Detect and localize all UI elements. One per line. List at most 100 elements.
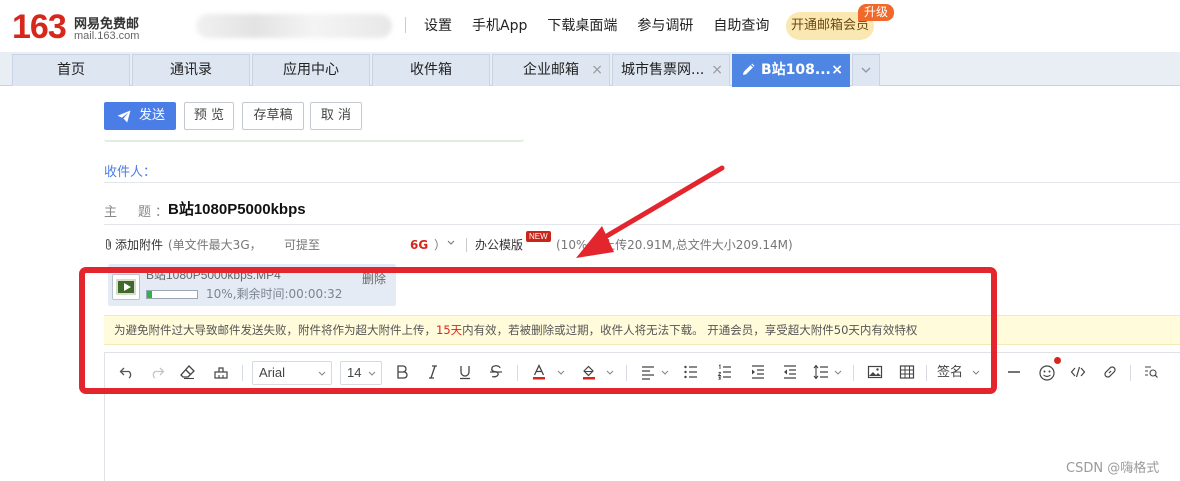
signature-button[interactable]: 签名 xyxy=(937,364,963,382)
font-family-value: Arial xyxy=(259,365,286,380)
find-replace-button[interactable] xyxy=(1140,362,1162,384)
insert-image-button[interactable] xyxy=(864,362,886,384)
notice-text-before: 为避免附件过大导致邮件发送失败，附件将作为超大附件上传， xyxy=(114,323,436,337)
tab-app-center[interactable]: 应用中心 xyxy=(252,54,370,86)
upload-progress-text: (10%,已上传20.91M,总文件大小209.14M) xyxy=(556,238,793,252)
chevron-down-icon[interactable] xyxy=(557,370,565,375)
toolbar-separator xyxy=(1130,365,1131,381)
font-size-value: 14 xyxy=(347,365,362,380)
image-icon xyxy=(867,365,883,379)
account-name-blurred xyxy=(196,14,392,38)
redo-button[interactable] xyxy=(146,362,168,384)
tab-contacts[interactable]: 通讯录 xyxy=(132,54,250,86)
numbered-list-icon xyxy=(717,364,731,380)
bold-button[interactable] xyxy=(391,362,413,384)
upload-progress-fill xyxy=(147,291,152,298)
nav-survey[interactable]: 参与调研 xyxy=(637,16,693,36)
recipient-label[interactable]: 收件人： xyxy=(104,161,156,180)
emoji-button[interactable] xyxy=(1036,362,1058,384)
undo-button[interactable] xyxy=(116,362,138,384)
video-file-icon xyxy=(112,274,140,300)
toolbar-separator xyxy=(626,365,627,381)
font-size-select[interactable]: 14 xyxy=(340,361,382,385)
tab-enterprise-mail[interactable]: 企业邮箱 × xyxy=(492,54,610,86)
close-icon[interactable]: × xyxy=(711,55,723,85)
horizontal-line-icon xyxy=(1008,371,1020,373)
close-icon[interactable]: × xyxy=(831,55,843,85)
underline-button[interactable] xyxy=(454,362,476,384)
toolbar-separator xyxy=(853,365,854,381)
more-tabs-button[interactable] xyxy=(852,54,880,86)
pencil-icon xyxy=(743,63,755,75)
italic-button[interactable] xyxy=(422,362,444,384)
code-button[interactable] xyxy=(1067,362,1089,384)
tab-label: 应用中心 xyxy=(283,62,339,78)
add-attachment-link[interactable]: 添加附件 xyxy=(115,236,163,254)
close-icon[interactable]: × xyxy=(591,55,603,85)
save-draft-button[interactable]: 存草稿 xyxy=(242,102,304,130)
format-painter-icon xyxy=(214,367,228,379)
notice-text-after: 内有效，若被删除或过期，收件人将无法下载。 开通会员，享受超大附件50天内有效特… xyxy=(462,323,918,337)
nav-download-desktop[interactable]: 下载桌面端 xyxy=(547,16,617,36)
redo-icon xyxy=(152,367,165,379)
tab-inbox[interactable]: 收件箱 xyxy=(372,54,490,86)
align-button[interactable] xyxy=(637,362,659,384)
font-family-select[interactable]: Arial xyxy=(252,361,332,385)
top-nav: 设置 手机App 下载桌面端 参与调研 自助查询 xyxy=(424,16,769,36)
numbered-list-button[interactable] xyxy=(714,362,736,384)
bulleted-list-button[interactable] xyxy=(680,362,702,384)
insert-link-button[interactable] xyxy=(1099,362,1121,384)
nav-settings[interactable]: 设置 xyxy=(424,16,452,36)
header-divider xyxy=(405,17,406,33)
editor-toolbar: Arial 14 签名 xyxy=(104,357,1180,386)
font-color-button[interactable] xyxy=(528,362,550,384)
line-height-button[interactable] xyxy=(810,362,832,384)
bulleted-list-icon xyxy=(684,365,697,379)
toolbar-separator xyxy=(926,365,927,381)
attachment-upgrade-text: 可提至 xyxy=(284,238,321,252)
upgrade-size-link[interactable]: 6G xyxy=(410,236,428,254)
tab-label: 通讯录 xyxy=(170,62,212,78)
office-template-link[interactable]: 办公模版 xyxy=(475,236,523,254)
tabs-bar: 首页 通讯录 应用中心 收件箱 企业邮箱 × 城市售票网... × B站108.… xyxy=(0,52,1180,87)
tab-city-ticket[interactable]: 城市售票网... × xyxy=(612,54,730,86)
preview-button[interactable]: 预 览 xyxy=(184,102,234,130)
insert-table-button[interactable] xyxy=(896,362,918,384)
upgrade-badge[interactable]: 升级 xyxy=(858,4,895,21)
recipient-input[interactable] xyxy=(104,182,1180,183)
nav-self-service[interactable]: 自助查询 xyxy=(713,16,769,36)
chevron-down-icon[interactable] xyxy=(972,370,980,375)
toolbar-separator xyxy=(992,365,993,381)
subject-underline xyxy=(104,224,1180,225)
outdent-button[interactable] xyxy=(779,362,801,384)
subject-input[interactable]: B站1080P5000kbps xyxy=(168,198,306,219)
toolbar-separator xyxy=(517,365,518,381)
delete-attachment-button[interactable]: 删除 xyxy=(362,270,386,287)
emoji-icon xyxy=(1039,365,1055,381)
nav-mobile-app[interactable]: 手机App xyxy=(472,16,527,36)
undo-icon xyxy=(119,367,132,379)
strikethrough-button[interactable] xyxy=(485,362,507,384)
link-icon xyxy=(1104,366,1116,378)
chevron-down-icon[interactable] xyxy=(661,370,669,375)
send-button[interactable]: 发送 xyxy=(104,102,176,130)
logo-domain: mail.163.com xyxy=(74,30,140,42)
notification-dot xyxy=(1054,357,1061,364)
tab-label: 首页 xyxy=(57,62,85,78)
cancel-button[interactable]: 取 消 xyxy=(310,102,362,130)
horizontal-rule-button[interactable] xyxy=(1003,362,1025,384)
indent-button[interactable] xyxy=(747,362,769,384)
chevron-down-icon[interactable] xyxy=(447,240,455,245)
bold-icon xyxy=(397,365,408,379)
tab-home[interactable]: 首页 xyxy=(12,54,130,86)
chevron-down-icon xyxy=(318,371,326,376)
chevron-down-icon xyxy=(861,67,871,73)
format-painter-button[interactable] xyxy=(210,362,232,384)
separator xyxy=(466,238,467,252)
chevron-down-icon[interactable] xyxy=(606,370,614,375)
clear-format-button[interactable] xyxy=(177,362,199,384)
background-color-button[interactable] xyxy=(578,362,600,384)
tab-compose-active[interactable]: B站108... × xyxy=(732,54,850,87)
strikethrough-icon xyxy=(490,365,502,378)
chevron-down-icon[interactable] xyxy=(834,370,842,375)
